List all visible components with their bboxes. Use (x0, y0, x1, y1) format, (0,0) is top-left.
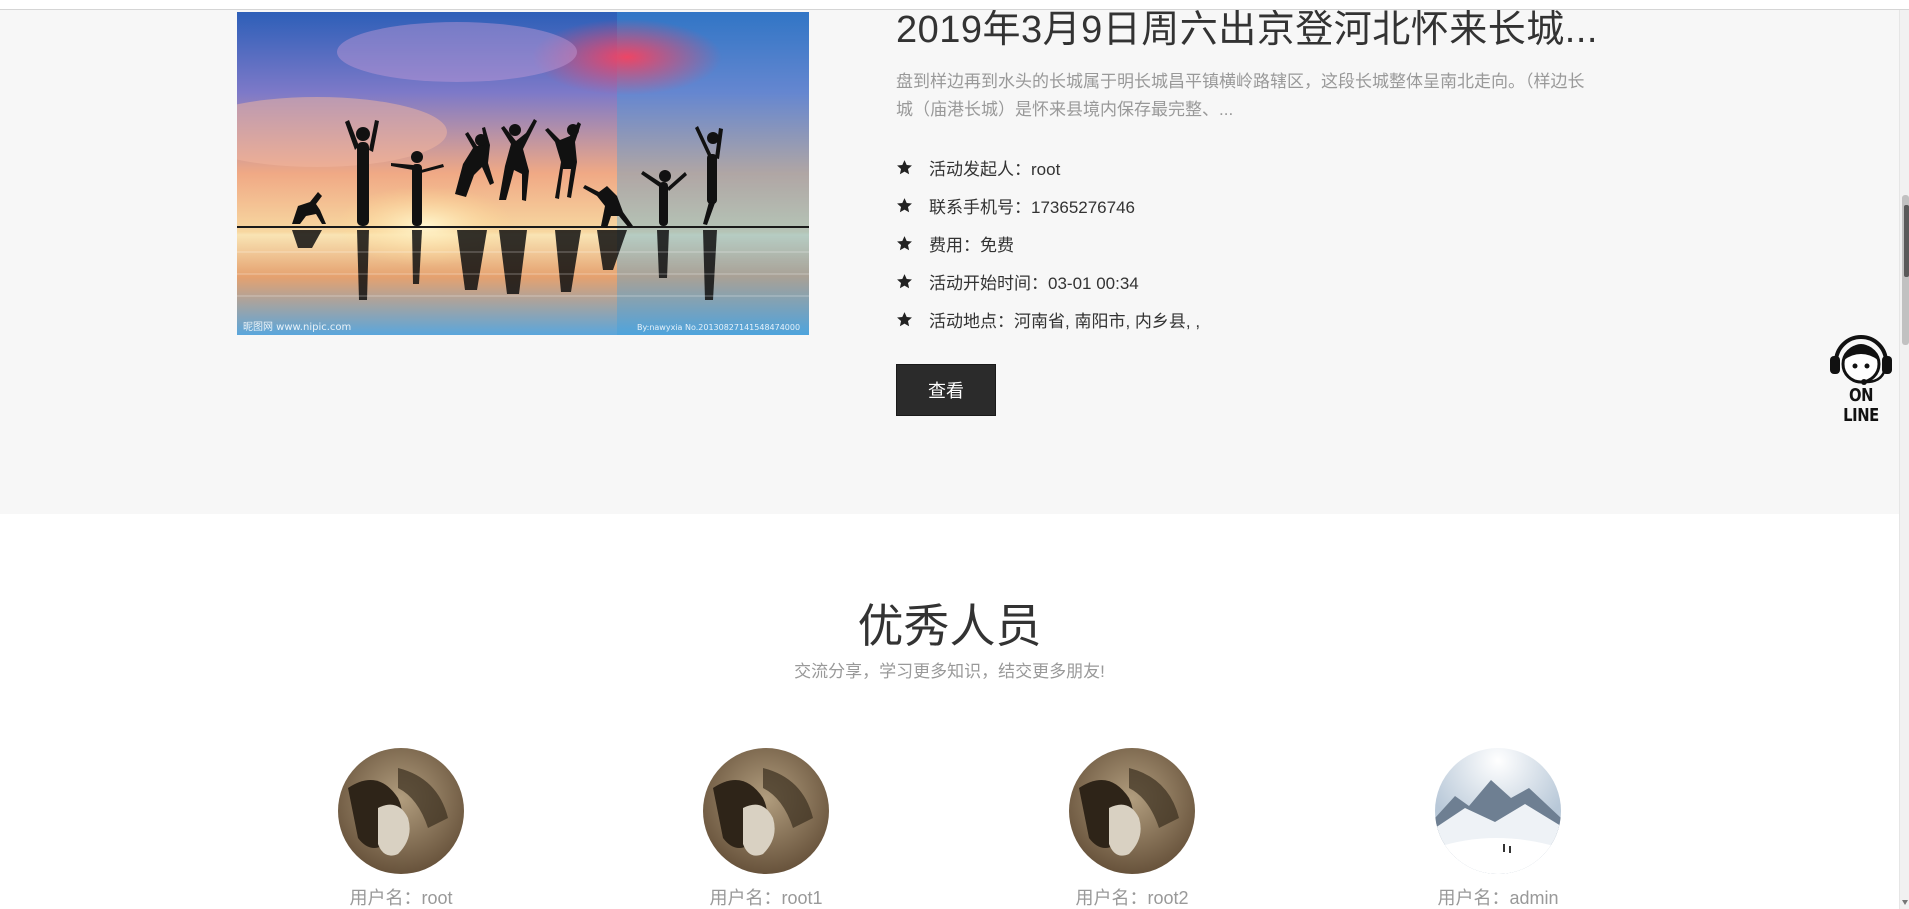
activity-title[interactable]: 2019年3月9日周六出京登河北怀来长城... (896, 10, 1616, 50)
snow-mountain-avatar (1435, 748, 1561, 874)
star-icon (896, 197, 913, 214)
sunset-silhouette-image: 昵图网 www.nipic.com By:nawyxia No.20130827… (237, 12, 809, 335)
members-section-title: 优秀人员 (857, 600, 1042, 652)
image-watermark-left: 昵图网 www.nipic.com (243, 321, 351, 333)
top-border (0, 0, 1909, 10)
member-avatar[interactable] (1069, 748, 1195, 874)
member-name: 用户名：admin (1437, 888, 1559, 908)
photo-avatar (1069, 748, 1195, 874)
vertical-scrollbar[interactable] (1899, 10, 1909, 909)
image-watermark-right: By:nawyxia No.20130827141548474000 (637, 323, 800, 332)
online-label: ON LINE (1843, 385, 1879, 426)
activity-section: 昵图网 www.nipic.com By:nawyxia No.20130827… (0, 10, 1899, 514)
star-icon (896, 273, 913, 290)
info-item-location: 活动地点：河南省, 南阳市, 内乡县, , (896, 300, 1200, 338)
info-text: 费用：免费 (929, 235, 1014, 255)
photo-avatar (338, 748, 464, 874)
page: 昵图网 www.nipic.com By:nawyxia No.20130827… (0, 0, 1909, 909)
member-card[interactable]: 用户名：root1 (666, 748, 866, 909)
info-text: 活动发起人：root (929, 159, 1061, 179)
view-button[interactable]: 查看 (896, 364, 996, 416)
activity-info-list: 活动发起人：root 联系手机号：17365276746 费用：免费 活动开始时… (896, 148, 1200, 338)
member-name: 用户名：root1 (709, 888, 823, 908)
info-text: 联系手机号：17365276746 (929, 197, 1136, 217)
star-icon (896, 159, 913, 176)
star-icon (896, 235, 913, 252)
star-icon (896, 311, 913, 328)
info-item-fee: 费用：免费 (896, 224, 1200, 262)
info-item-phone: 联系手机号：17365276746 (896, 186, 1200, 224)
member-card[interactable]: 用户名：admin (1398, 748, 1598, 909)
info-text: 活动地点：河南省, 南阳市, 内乡县, , (929, 311, 1201, 331)
member-avatar[interactable] (1435, 748, 1561, 874)
member-avatar[interactable] (338, 748, 464, 874)
activity-description: 盘到样边再到水头的长城属于明长城昌平镇横岭路辖区，这段长城整体呈南北走向。（样边… (896, 72, 1585, 119)
members-section-subtitle: 交流分享，学习更多知识，结交更多朋友! (794, 662, 1105, 681)
scrollbar-thumb-active[interactable] (1904, 205, 1909, 277)
member-card[interactable]: 用户名：root (301, 748, 501, 909)
info-item-start-time: 活动开始时间：03-01 00:34 (896, 262, 1200, 300)
headset-support-icon (1830, 335, 1892, 385)
member-name: 用户名：root2 (1075, 888, 1189, 908)
photo-avatar (703, 748, 829, 874)
scroll-down-arrow-icon[interactable] (1902, 900, 1908, 905)
member-name: 用户名：root (349, 888, 453, 908)
activity-image[interactable]: 昵图网 www.nipic.com By:nawyxia No.20130827… (237, 12, 809, 335)
info-text: 活动开始时间：03-01 00:34 (929, 273, 1139, 293)
online-support-widget[interactable]: ON LINE (1824, 328, 1898, 426)
member-avatar[interactable] (703, 748, 829, 874)
info-item-initiator: 活动发起人：root (896, 148, 1200, 186)
member-card[interactable]: 用户名：root2 (1032, 748, 1232, 909)
